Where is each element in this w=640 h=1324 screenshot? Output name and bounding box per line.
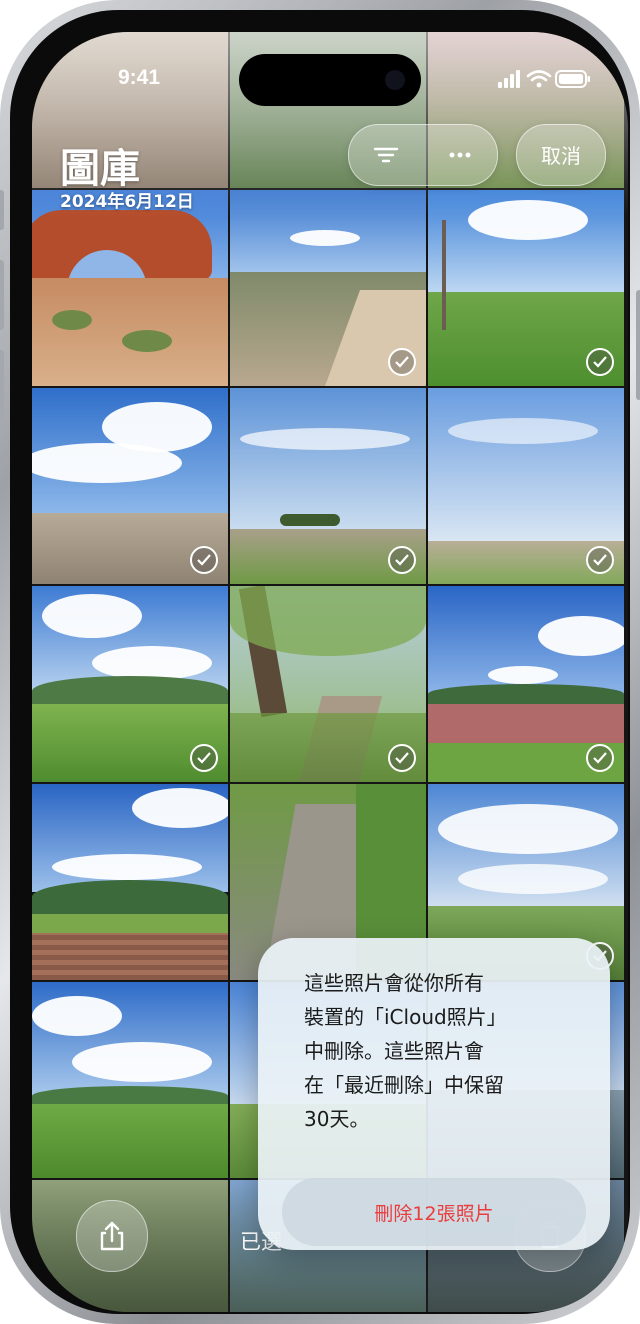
power-button <box>636 290 640 400</box>
delete-confirmation-popover: 這些照片會從你所有 裝置的「iCloud照片」 中刪除。這些照片會 在「最近刪除… <box>258 938 610 1250</box>
photo-green-pasture[interactable] <box>32 982 228 1178</box>
popover-message: 這些照片會從你所有 裝置的「iCloud照片」 中刪除。這些照片會 在「最近刪除… <box>304 971 507 1131</box>
photo-beach-clouds[interactable] <box>32 388 228 584</box>
action-button <box>0 190 4 230</box>
volume-down-button <box>0 350 4 420</box>
delete-photos-button[interactable]: 刪除12張照片 <box>282 1178 586 1246</box>
selected-check-icon <box>388 744 416 772</box>
photo-wide-field-sky[interactable] <box>428 388 624 584</box>
status-icons <box>498 68 590 94</box>
photo-green-meadow-dead-tree[interactable] <box>428 190 624 386</box>
cellular-signal-icon <box>498 70 520 88</box>
photo-sand-dune-path[interactable] <box>230 190 426 386</box>
selected-check-icon <box>190 744 218 772</box>
photo-red-field-hill[interactable] <box>428 586 624 782</box>
volume-up-button <box>0 260 4 330</box>
photo-red-rock-arch[interactable] <box>32 190 228 386</box>
phone-frame: 9:41 圖庫 2024年6月12日 取消 已選 這些照片會從你所有 裝置的「i… <box>0 0 640 1324</box>
cancel-label: 取消 <box>541 144 581 168</box>
selected-check-icon <box>190 546 218 574</box>
selected-check-icon <box>388 546 416 574</box>
share-icon <box>100 1221 124 1251</box>
page-title: 圖庫 <box>60 146 140 192</box>
photo-meadow-hills[interactable] <box>32 586 228 782</box>
date-subtitle: 2024年6月12日 <box>60 192 194 212</box>
more-icon[interactable] <box>441 141 479 169</box>
screen: 9:41 圖庫 2024年6月12日 取消 已選 這些照片會從你所有 裝置的「i… <box>32 32 628 1312</box>
wifi-icon <box>526 70 552 82</box>
share-button[interactable] <box>76 1200 148 1272</box>
filter-more-pill <box>348 124 498 186</box>
delete-photos-label: 刪除12張照片 <box>374 1203 494 1225</box>
filter-icon[interactable] <box>367 141 405 169</box>
camera-icon <box>385 70 405 90</box>
dynamic-island <box>239 54 421 106</box>
selected-check-icon <box>586 546 614 574</box>
battery-icon <box>555 70 590 88</box>
photo-farmland-mountain[interactable] <box>32 784 228 980</box>
selected-check-icon <box>586 744 614 772</box>
cancel-button[interactable]: 取消 <box>516 124 606 186</box>
selected-check-icon <box>586 348 614 376</box>
photo-woodland-trail[interactable] <box>230 586 426 782</box>
bezel: 9:41 圖庫 2024年6月12日 取消 已選 這些照片會從你所有 裝置的「i… <box>10 10 630 1314</box>
photo-field-trees-horizon[interactable] <box>230 388 426 584</box>
selected-check-icon <box>388 348 416 376</box>
status-time: 9:41 <box>118 66 161 89</box>
